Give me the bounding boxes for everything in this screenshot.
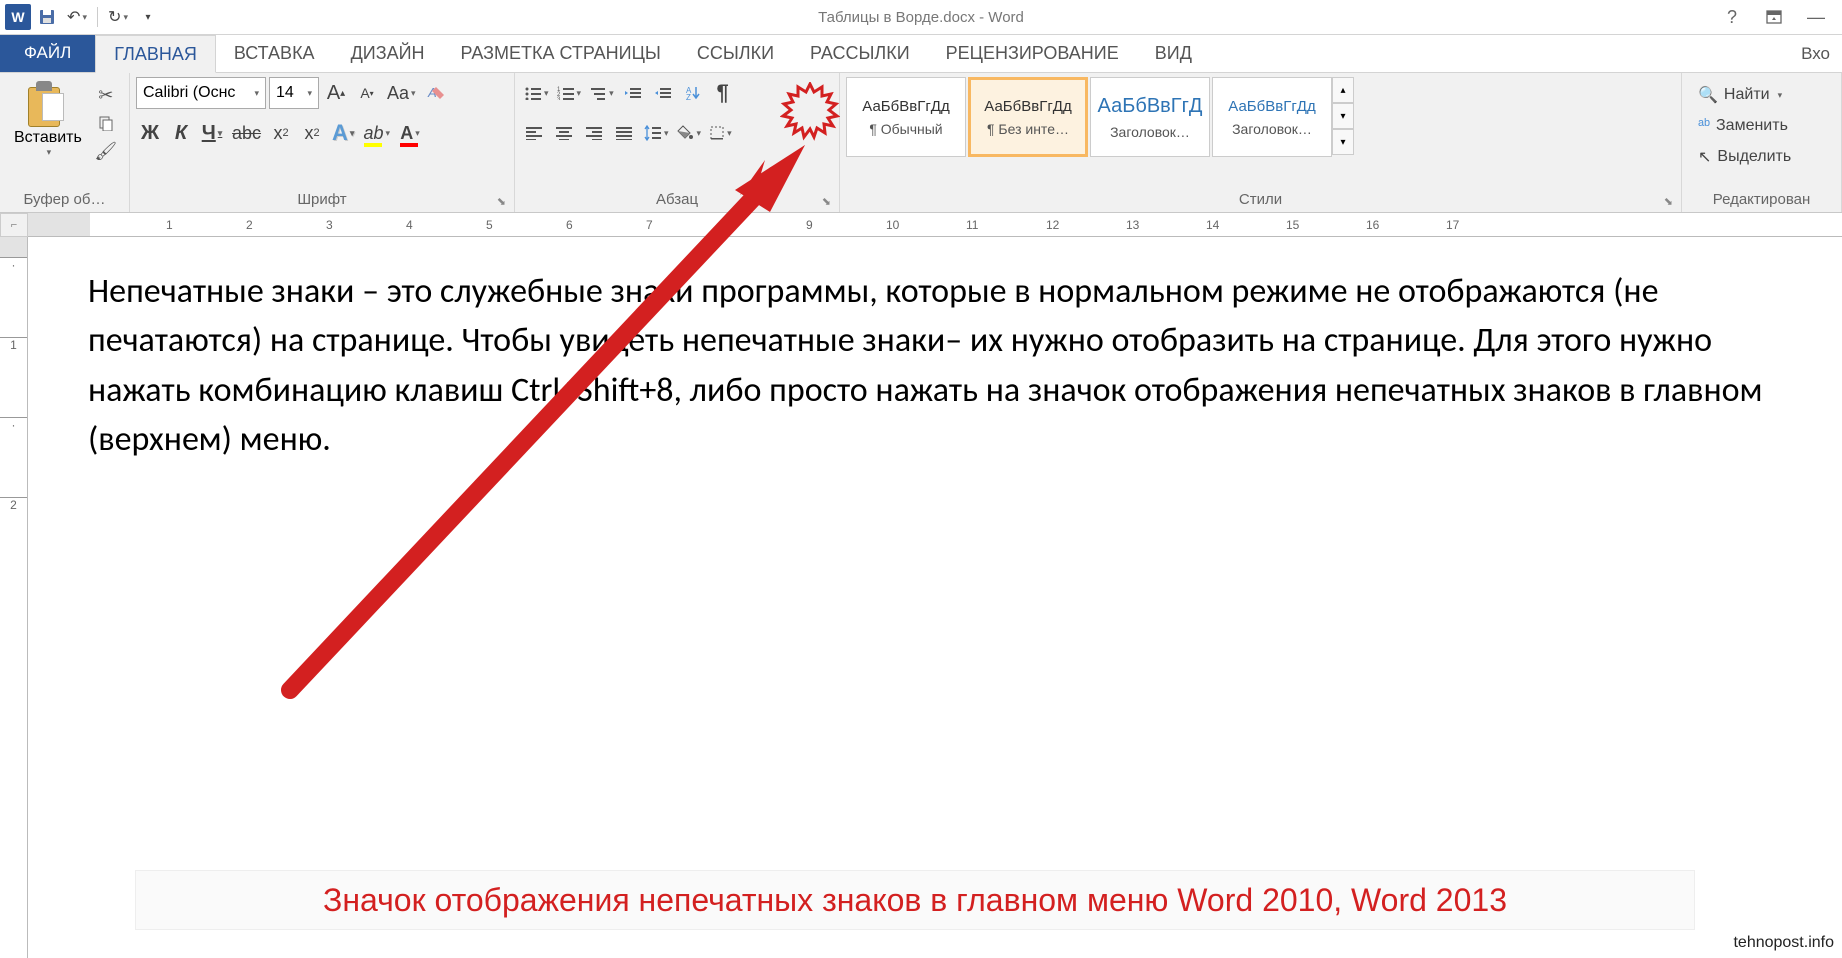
- qat-customize[interactable]: ▾: [134, 3, 162, 31]
- format-painter-button[interactable]: 🖌: [94, 139, 118, 163]
- quick-access-toolbar: W ↶▾ ↻▾ ▾: [0, 3, 162, 31]
- align-center-button[interactable]: [551, 117, 579, 149]
- styles-scroll-up[interactable]: ▴: [1332, 77, 1354, 103]
- group-paragraph: ▾ 123▾ ▾ AZ ¶ ▾ ▾ ▾ Абзац⬊: [515, 73, 840, 212]
- editing-group-label: Редактирован: [1688, 189, 1835, 210]
- subscript-button[interactable]: x2: [267, 117, 295, 149]
- styles-expand[interactable]: ▾: [1332, 129, 1354, 155]
- styles-gallery: АаБбВвГгДд¶ ОбычныйАаБбВвГгДд¶ Без инте……: [846, 77, 1332, 157]
- underline-button[interactable]: Ч▾: [198, 117, 226, 149]
- tab-layout[interactable]: РАЗМЕТКА СТРАНИЦЫ: [443, 34, 679, 72]
- cut-button[interactable]: ✂: [94, 83, 118, 107]
- window-controls: ? —: [1716, 2, 1842, 32]
- styles-group-label: Стили⬊: [846, 189, 1675, 210]
- paragraph-group-label: Абзац⬊: [521, 189, 833, 210]
- decrease-indent-button[interactable]: [619, 77, 647, 109]
- tab-review[interactable]: РЕЦЕНЗИРОВАНИЕ: [928, 34, 1137, 72]
- ribbon: Вставить ▾ ✂ 🖌 Буфер об… Calibri (Оснс▾ …: [0, 73, 1842, 213]
- bullets-button[interactable]: ▾: [521, 77, 552, 109]
- font-group-label: Шрифт⬊: [136, 189, 508, 210]
- vertical-ruler[interactable]: · 1 · 2: [0, 237, 28, 958]
- grow-font-button[interactable]: A▴: [322, 77, 350, 109]
- group-styles: АаБбВвГгДд¶ ОбычныйАаБбВвГгДд¶ Без инте……: [840, 73, 1682, 212]
- style-item-2[interactable]: АаБбВвГгДЗаголовок…: [1090, 77, 1210, 157]
- ribbon-display-options[interactable]: [1758, 2, 1790, 32]
- align-left-button[interactable]: [521, 117, 549, 149]
- align-right-button[interactable]: [581, 117, 609, 149]
- help-button[interactable]: ?: [1716, 2, 1748, 32]
- text-effects-button[interactable]: A▾: [329, 117, 357, 149]
- font-size-combo[interactable]: 14▾: [269, 77, 319, 109]
- superscript-button[interactable]: x2: [298, 117, 326, 149]
- binoculars-icon: 🔍: [1698, 85, 1718, 105]
- replace-icon: ᵃᵇ: [1698, 117, 1710, 135]
- tab-references[interactable]: ССЫЛКИ: [679, 34, 792, 72]
- paste-button[interactable]: Вставить ▾: [6, 77, 90, 162]
- multilevel-list-button[interactable]: ▾: [586, 77, 617, 109]
- copy-button[interactable]: [94, 111, 118, 135]
- sort-button[interactable]: AZ: [679, 77, 707, 109]
- style-item-3[interactable]: АаБбВвГгДдЗаголовок…: [1212, 77, 1332, 157]
- annotation-caption: Значок отображения непечатных знаков в г…: [135, 870, 1695, 930]
- line-spacing-button[interactable]: ▾: [641, 117, 672, 149]
- numbering-button[interactable]: 123▾: [554, 77, 585, 109]
- clear-format-button[interactable]: A: [422, 77, 450, 109]
- clipboard-label: Буфер об…: [6, 189, 123, 210]
- title-bar: W ↶▾ ↻▾ ▾ Таблицы в Ворде.docx - Word ? …: [0, 0, 1842, 35]
- undo-button[interactable]: ↶▾: [63, 3, 91, 31]
- change-case-button[interactable]: Aa▾: [384, 77, 419, 109]
- find-button[interactable]: 🔍Найти▾: [1692, 81, 1797, 109]
- style-item-0[interactable]: АаБбВвГгДд¶ Обычный: [846, 77, 966, 157]
- ruler-area: ⌐ 1234567891011121314151617: [0, 213, 1842, 237]
- horizontal-ruler[interactable]: 1234567891011121314151617: [28, 213, 1842, 237]
- tab-file[interactable]: ФАЙЛ: [0, 34, 95, 72]
- minimize-button[interactable]: —: [1800, 2, 1832, 32]
- show-marks-button[interactable]: ¶: [709, 77, 737, 109]
- group-font: Calibri (Оснс▾ 14▾ A▴ A▾ Aa▾ A Ж К Ч▾ ab…: [130, 73, 515, 212]
- strikethrough-button[interactable]: abc: [229, 117, 264, 149]
- svg-text:3: 3: [557, 97, 561, 100]
- svg-text:Z: Z: [686, 93, 691, 101]
- redo-button[interactable]: ↻▾: [104, 3, 132, 31]
- justify-button[interactable]: [611, 117, 639, 149]
- italic-button[interactable]: К: [167, 117, 195, 149]
- save-button[interactable]: [33, 3, 61, 31]
- tab-insert[interactable]: ВСТАВКА: [216, 34, 333, 72]
- tab-home[interactable]: ГЛАВНАЯ: [95, 35, 216, 73]
- increase-indent-button[interactable]: [649, 77, 677, 109]
- paste-label: Вставить: [14, 129, 82, 147]
- group-editing: 🔍Найти▾ ᵃᵇЗаменить ↖Выделить Редактирова…: [1682, 73, 1842, 212]
- tab-mailings[interactable]: РАССЫЛКИ: [792, 34, 928, 72]
- styles-scroll-down[interactable]: ▾: [1332, 103, 1354, 129]
- font-color-button[interactable]: A▾: [396, 117, 424, 149]
- window-title: Таблицы в Ворде.docx - Word: [818, 9, 1024, 26]
- document-text[interactable]: Непечатные знаки – это служебные знаки п…: [28, 237, 1842, 494]
- styles-scroll: ▴ ▾ ▾: [1332, 77, 1354, 155]
- font-name-combo[interactable]: Calibri (Оснс▾: [136, 77, 266, 109]
- paste-icon: [28, 81, 68, 129]
- cursor-icon: ↖: [1698, 147, 1711, 167]
- shrink-font-button[interactable]: A▾: [353, 77, 381, 109]
- select-button[interactable]: ↖Выделить: [1692, 143, 1797, 171]
- styles-launcher[interactable]: ⬊: [1664, 195, 1673, 208]
- font-launcher[interactable]: ⬊: [497, 195, 506, 208]
- style-item-1[interactable]: АаБбВвГгДд¶ Без инте…: [968, 77, 1088, 157]
- signin-link[interactable]: Вхо: [1789, 36, 1842, 72]
- document-area[interactable]: Непечатные знаки – это служебные знаки п…: [28, 237, 1842, 958]
- paragraph-launcher[interactable]: ⬊: [822, 195, 831, 208]
- word-app-icon: W: [5, 4, 31, 30]
- replace-button[interactable]: ᵃᵇЗаменить: [1692, 113, 1797, 139]
- borders-button[interactable]: ▾: [706, 117, 735, 149]
- ribbon-tabs: ФАЙЛ ГЛАВНАЯ ВСТАВКА ДИЗАЙН РАЗМЕТКА СТР…: [0, 35, 1842, 73]
- tab-design[interactable]: ДИЗАЙН: [333, 34, 443, 72]
- qat-separator: [97, 7, 98, 27]
- watermark: tehnopost.info: [1733, 934, 1834, 952]
- ruler-corner[interactable]: ⌐: [0, 213, 28, 237]
- tab-view[interactable]: ВИД: [1137, 34, 1210, 72]
- highlight-button[interactable]: ab▾: [360, 117, 393, 149]
- bold-button[interactable]: Ж: [136, 117, 164, 149]
- group-clipboard: Вставить ▾ ✂ 🖌 Буфер об…: [0, 73, 130, 212]
- shading-button[interactable]: ▾: [674, 117, 705, 149]
